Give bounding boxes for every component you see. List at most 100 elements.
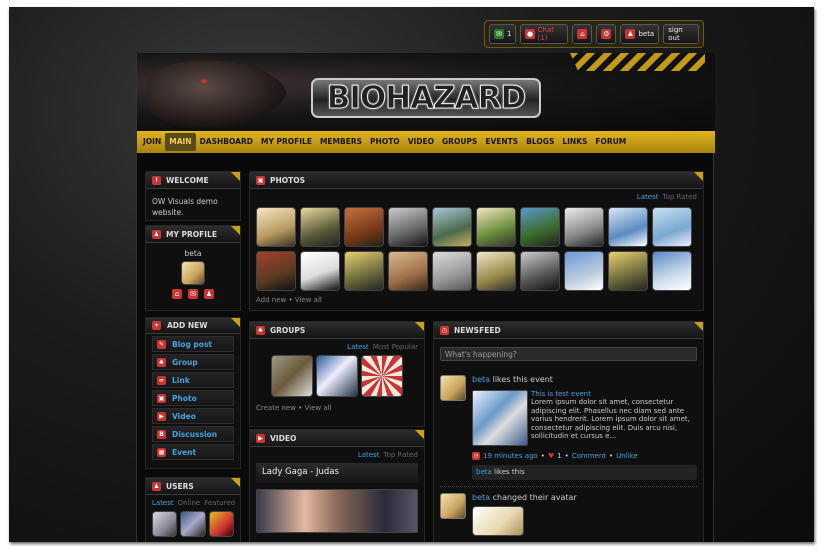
photos-tab-top-rated[interactable]: Top Rated: [662, 193, 697, 201]
status-input[interactable]: What's happening?: [440, 347, 697, 361]
video-item-title[interactable]: Lady Gaga - Judas: [256, 463, 418, 483]
photo-thumb[interactable]: [652, 251, 692, 291]
users-tab-featured[interactable]: Featured: [204, 499, 235, 507]
comment-link[interactable]: Comment: [572, 452, 606, 460]
hazard-stripe: [570, 53, 705, 71]
photo-thumb[interactable]: [564, 251, 604, 291]
event-title[interactable]: This is test event: [531, 390, 697, 398]
photo-thumb[interactable]: [432, 207, 472, 247]
photo-thumb[interactable]: [256, 207, 296, 247]
video-tab-latest[interactable]: Latest: [358, 451, 380, 459]
groups-tab-most-popular[interactable]: Most Popular: [373, 343, 418, 351]
nav-my-profile[interactable]: MY PROFILE: [257, 133, 316, 151]
group-thumb[interactable]: [271, 355, 313, 397]
users-box: ♟ USERS Latest Online Featured: [145, 477, 241, 542]
photo-thumb[interactable]: [608, 251, 648, 291]
welcome-text: OW Visuals demo website.: [152, 197, 218, 217]
add-link[interactable]: ∞ Link: [152, 372, 234, 388]
notifications-button[interactable]: ✉ 1: [489, 24, 517, 44]
nav-groups[interactable]: GROUPS: [438, 133, 481, 151]
user-icon[interactable]: ♟: [204, 289, 214, 299]
groups-view-all[interactable]: View all: [305, 404, 332, 412]
avatar[interactable]: [181, 261, 205, 285]
nav-forum[interactable]: FORUM: [591, 133, 630, 151]
photos-tab-latest[interactable]: Latest: [637, 193, 659, 201]
feed-time: 19 minutes ago: [483, 452, 538, 460]
users-tab-online[interactable]: Online: [178, 499, 201, 507]
photos-add-new[interactable]: Add new: [256, 296, 286, 304]
home-icon[interactable]: ⌂: [172, 289, 182, 299]
photo-thumb[interactable]: [608, 207, 648, 247]
photo-thumb[interactable]: [344, 251, 384, 291]
photo-thumb[interactable]: [652, 207, 692, 247]
photo-thumb[interactable]: [344, 207, 384, 247]
user-avatar[interactable]: [208, 511, 234, 537]
add-group[interactable]: ♣ Group: [152, 354, 234, 370]
my-profile-box: ♟ MY PROFILE beta ⌂ ✉ ♟: [145, 225, 241, 311]
signout-button[interactable]: sign out: [663, 24, 699, 44]
photo-thumb[interactable]: [520, 251, 560, 291]
photo-thumb[interactable]: [432, 251, 472, 291]
photo-thumb[interactable]: [388, 207, 428, 247]
feed-item: beta likes this event This is test event…: [434, 375, 703, 536]
calendar-icon: ▦: [157, 447, 166, 457]
event-body: Lorem ipsum dolor sit amet, consectetur …: [531, 398, 690, 440]
chat-icon: ●: [525, 29, 535, 39]
avatar[interactable]: [440, 493, 466, 519]
nav-links[interactable]: LINKS: [558, 133, 591, 151]
heart-icon[interactable]: ♥: [548, 452, 554, 460]
photo-thumb[interactable]: [476, 207, 516, 247]
video-icon: ▶: [256, 433, 265, 443]
user-avatar[interactable]: [152, 511, 178, 537]
groups-tab-latest[interactable]: Latest: [347, 343, 369, 351]
video-tab-top-rated[interactable]: Top Rated: [383, 451, 418, 459]
photo-thumb[interactable]: [476, 251, 516, 291]
groups-create-new[interactable]: Create new: [256, 404, 296, 412]
home-button[interactable]: ⌂: [572, 24, 593, 44]
add-discussion[interactable]: B Discussion: [152, 426, 234, 442]
add-blog-post[interactable]: ✎ Blog post: [152, 336, 234, 352]
photo-thumb[interactable]: [564, 207, 604, 247]
mail-icon: ✉: [494, 29, 504, 39]
user-avatar[interactable]: [180, 511, 206, 537]
add-new-box: + ADD NEW ✎ Blog post ♣ Group ∞ Link ▣ Photo …: [145, 317, 241, 469]
settings-button[interactable]: ⚙: [596, 24, 617, 44]
nav-events[interactable]: EVENTS: [481, 133, 522, 151]
add-video[interactable]: ▶ Video: [152, 408, 234, 424]
photo-thumb[interactable]: [520, 207, 560, 247]
nav-photo[interactable]: PHOTO: [366, 133, 404, 151]
new-avatar-image[interactable]: [472, 506, 524, 536]
photo-thumb[interactable]: [388, 251, 428, 291]
photo-thumb[interactable]: [300, 207, 340, 247]
photo-thumb[interactable]: [300, 251, 340, 291]
feed-user-link[interactable]: beta: [472, 493, 490, 502]
profile-name: beta: [184, 249, 202, 258]
nav-members[interactable]: MEMBERS: [316, 133, 366, 151]
feed-user-link[interactable]: beta: [472, 375, 490, 384]
site-logo[interactable]: BIOHAZARD: [311, 78, 541, 118]
mail-icon[interactable]: ✉: [188, 289, 198, 299]
add-photo[interactable]: ▣ Photo: [152, 390, 234, 406]
photo-thumb[interactable]: [256, 251, 296, 291]
gear-icon: ⚙: [601, 29, 612, 39]
chat-button[interactable]: ● Chat (1): [520, 24, 569, 44]
welcome-title: WELCOME: [166, 175, 209, 185]
event-image[interactable]: [472, 390, 528, 446]
group-thumb[interactable]: [316, 355, 358, 397]
group-icon: ♣: [256, 325, 265, 335]
nav-video[interactable]: VIDEO: [404, 133, 438, 151]
nav-join[interactable]: JOIN: [139, 133, 165, 151]
video-thumbnail[interactable]: [256, 489, 418, 533]
users-tab-latest[interactable]: Latest: [152, 499, 174, 507]
profile-button[interactable]: ♟ beta: [620, 24, 660, 44]
unlike-link[interactable]: Unlike: [616, 452, 638, 460]
avatar[interactable]: [440, 375, 466, 401]
photos-view-all[interactable]: View all: [295, 296, 322, 304]
nav-dashboard[interactable]: DASHBOARD: [196, 133, 257, 151]
clock-icon: ◷: [472, 452, 480, 460]
group-thumb[interactable]: [361, 355, 403, 397]
nav-main[interactable]: MAIN: [165, 133, 196, 151]
user-icon: ♟: [152, 481, 161, 491]
nav-blogs[interactable]: BLOGS: [522, 133, 558, 151]
add-event[interactable]: ▦ Event: [152, 444, 234, 460]
